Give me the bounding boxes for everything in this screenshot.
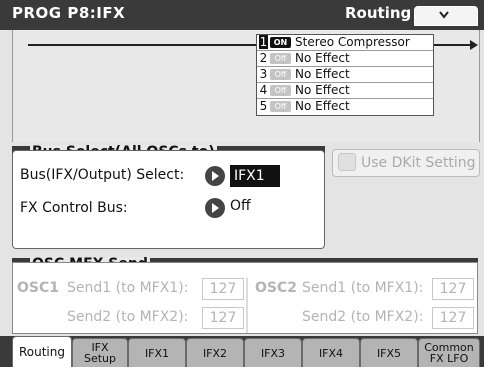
page-name: Routing	[345, 4, 412, 22]
tab-label-line2: Setup	[83, 352, 117, 365]
fx-control-bus-label: FX Control Bus:	[20, 200, 128, 216]
osc1-label: OSC1	[17, 280, 59, 296]
osc2-send1-label: Send1 (to MFX1):	[302, 280, 424, 296]
ifx-slot-number: 4	[259, 83, 268, 97]
ifx-slot-1[interactable]: 1 ON Stereo Compressor	[257, 35, 433, 51]
ifx-switch[interactable]: Off	[270, 53, 291, 64]
ifx-chain-list: 1 ON Stereo Compressor 2 Off No Effect 3…	[256, 34, 434, 116]
ifx-effect-name: No Effect	[295, 67, 350, 81]
ifx-effect-name: No Effect	[295, 99, 350, 113]
fx-control-bus-popup-button[interactable]	[205, 198, 225, 218]
ifx-effect-name: No Effect	[295, 83, 350, 97]
ifx-slot-number: 2	[259, 51, 268, 65]
bus-select-value[interactable]: IFX1	[230, 165, 280, 187]
fx-control-bus-value[interactable]: Off	[230, 198, 251, 214]
osc1-send1-value[interactable]: 127	[202, 278, 244, 300]
tab-label: IFX1	[144, 347, 170, 360]
ifx-switch[interactable]: ON	[270, 37, 291, 48]
ifx-switch[interactable]: Off	[270, 85, 291, 96]
tab-routing[interactable]: Routing	[12, 336, 72, 367]
ifx-effect-name: No Effect	[295, 51, 350, 65]
ifx-slot-5[interactable]: 5 Off No Effect	[257, 99, 433, 115]
tab-label: IFX5	[376, 347, 402, 360]
bus-select-label: Bus(IFX/Output) Select:	[20, 167, 185, 183]
bus-select-popup-button[interactable]	[205, 166, 225, 186]
ifx-slot-3[interactable]: 3 Off No Effect	[257, 67, 433, 83]
osc2-send2-value[interactable]: 127	[432, 307, 474, 329]
tab-ifx2[interactable]: IFX2	[186, 338, 244, 367]
screen: PROG P8:IFX Routing 1 ON Stereo Compress…	[0, 0, 484, 367]
tab-ifx5[interactable]: IFX5	[360, 338, 418, 367]
tab-label-line2: FX LFO	[429, 352, 469, 365]
tab-ifx1[interactable]: IFX1	[128, 338, 186, 367]
osc1-send2-value[interactable]: 127	[202, 307, 244, 329]
ifx-slot-2[interactable]: 2 Off No Effect	[257, 51, 433, 67]
ifx-slot-number: 1	[259, 35, 268, 49]
ifx-switch[interactable]: Off	[270, 69, 291, 80]
osc1-send2-label: Send2 (to MFX2):	[67, 309, 189, 325]
tab-ifx-setup[interactable]: IFX Setup	[72, 338, 128, 367]
ifx-slot-number: 3	[259, 67, 268, 81]
osc2-label: OSC2	[255, 280, 297, 296]
tab-ifx4[interactable]: IFX4	[302, 338, 360, 367]
osc2-send1-value[interactable]: 127	[432, 278, 474, 300]
tab-ifx3[interactable]: IFX3	[244, 338, 302, 367]
use-dkit-checkbox[interactable]	[338, 153, 356, 171]
page-menu-button[interactable]	[414, 6, 478, 26]
ifx-slot-number: 5	[259, 99, 268, 113]
use-dkit-label: Use DKit Setting	[361, 155, 476, 171]
page-title: PROG P8:IFX	[12, 4, 126, 22]
tab-label: IFX3	[260, 347, 286, 360]
tab-label: IFX4	[318, 347, 344, 360]
chevron-down-icon	[439, 11, 449, 19]
osc-divider	[246, 278, 248, 333]
tab-label: Routing	[18, 345, 65, 359]
ifx-switch[interactable]: Off	[270, 101, 291, 112]
tab-label: IFX2	[202, 347, 228, 360]
osc1-send1-label: Send1 (to MFX1):	[67, 280, 189, 296]
osc2-send2-label: Send2 (to MFX2):	[302, 309, 424, 325]
ifx-slot-4[interactable]: 4 Off No Effect	[257, 83, 433, 99]
tab-common-fx-lfo[interactable]: Common FX LFO	[418, 338, 480, 367]
ifx-effect-name: Stereo Compressor	[295, 35, 410, 49]
signal-arrow-icon	[470, 40, 478, 50]
